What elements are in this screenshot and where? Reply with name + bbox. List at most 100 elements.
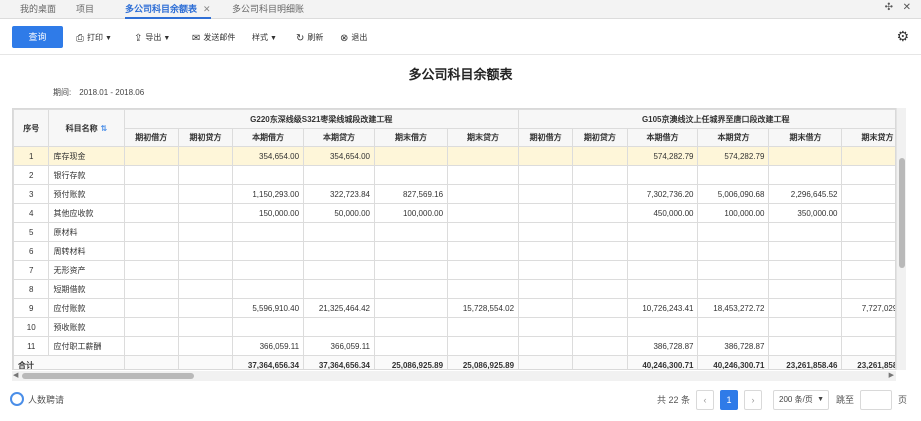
amount-cell	[841, 336, 895, 356]
pin-icon[interactable]: ✣	[885, 2, 893, 13]
amount-cell	[123, 203, 179, 223]
table-row[interactable]: 11 应付职工薪酬 366,059.11 366,059.11 386,728.87 38…	[13, 336, 895, 356]
close-icon[interactable]: ✕	[203, 4, 211, 14]
amount-cell	[447, 146, 520, 166]
table-row[interactable]: 5 原材料	[13, 222, 895, 242]
amount-cell	[768, 336, 843, 356]
table-row[interactable]: 6 周转材料	[13, 241, 895, 261]
refresh-label: 刷新	[307, 33, 324, 42]
amount-cell	[518, 298, 574, 318]
refresh-button[interactable]: ↻ 刷新	[296, 31, 323, 45]
amount-cell	[447, 165, 520, 185]
export-button[interactable]: ⇪ 导出 ▼	[134, 31, 170, 45]
scroll-thumb[interactable]	[899, 158, 905, 268]
total-cell: 25,086,925.89	[447, 355, 520, 369]
amount-cell	[626, 279, 699, 299]
table-row[interactable]: 10 预收账款	[13, 317, 895, 337]
watermark-text: 人数聘请	[28, 395, 65, 405]
amount-cell	[303, 317, 375, 337]
amount-cell: 1,150,293.00	[232, 184, 305, 204]
jump-page-input[interactable]	[860, 390, 892, 410]
scroll-right-icon[interactable]: ▶	[889, 371, 894, 381]
amount-cell: 322,723.84	[303, 184, 375, 204]
amount-cell	[697, 317, 770, 337]
amount-cell	[232, 279, 305, 299]
tab-multi-company-detail[interactable]: 多公司科目明细账	[232, 0, 304, 19]
amount-cell: 827,569.16	[373, 184, 449, 204]
table-row[interactable]: 7 无形资产	[13, 260, 895, 280]
balance-table: 序号 科目名称 ⇅ G220东深线级S321枣梁线城段改建工程 G105京澳线汶上…	[12, 108, 896, 370]
total-cell	[572, 355, 628, 369]
amount-cell	[177, 298, 234, 318]
amount-cell	[177, 222, 234, 242]
header-subject[interactable]: 科目名称 ⇅	[48, 109, 125, 147]
amount-cell	[373, 241, 449, 261]
header-index: 序号	[13, 109, 50, 147]
close-all-icon[interactable]: ✕	[903, 2, 911, 13]
tab-projects[interactable]: 项目	[76, 0, 94, 19]
amount-cell	[447, 203, 520, 223]
amount-cell	[841, 279, 895, 299]
period-value: 2018.01 - 2018.06	[79, 88, 145, 97]
amount-cell	[572, 203, 628, 223]
amount-cell	[447, 222, 520, 242]
amount-cell	[373, 260, 449, 280]
sort-icon[interactable]: ⇅	[101, 124, 108, 133]
logo-icon	[10, 392, 24, 406]
amount-cell	[518, 260, 574, 280]
amount-cell	[447, 279, 520, 299]
printer-icon: ⎙	[76, 33, 84, 44]
gear-icon[interactable]: ⚙	[896, 28, 909, 45]
prev-page-button[interactable]: ‹	[696, 390, 714, 410]
table-row[interactable]: 9 应付账款 5,596,910.40 21,325,464.42 15,728,554…	[13, 298, 895, 318]
amount-cell	[123, 184, 179, 204]
header-group: G220东深线级S321枣梁线城段改建工程	[123, 109, 520, 129]
scroll-thumb[interactable]	[22, 373, 194, 379]
exit-icon: ⊗	[340, 33, 349, 44]
tab-multi-company-balance[interactable]: 多公司科目余额表 ✕	[125, 0, 211, 19]
amount-cell	[626, 317, 699, 337]
amount-cell	[177, 317, 234, 337]
jump-label: 跳至	[836, 395, 855, 405]
send-email-button[interactable]: ✉ 发送邮件	[192, 31, 235, 45]
print-button[interactable]: ⎙ 打印 ▼	[76, 31, 112, 45]
amount-cell	[303, 260, 375, 280]
vertical-scrollbar[interactable]	[896, 108, 906, 370]
report-title: 多公司科目余额表	[408, 67, 513, 82]
amount-cell	[768, 146, 843, 166]
horizontal-scrollbar[interactable]: ◀ ▶	[12, 371, 896, 381]
amount-cell: 2,296,645.52	[768, 184, 843, 204]
exit-button[interactable]: ⊗ 退出	[340, 31, 367, 45]
header-subcolumn: 期末贷方	[447, 128, 520, 147]
scroll-left-icon[interactable]: ◀	[13, 371, 18, 381]
amount-cell	[697, 241, 770, 261]
amount-cell	[572, 241, 628, 261]
amount-cell	[177, 336, 234, 356]
total-cell: 37,364,656.34	[232, 355, 305, 369]
next-page-button[interactable]: ›	[744, 390, 762, 410]
amount-cell	[373, 317, 449, 337]
amount-cell	[447, 241, 520, 261]
page-size-select[interactable]: 200 条/页 ▼	[773, 390, 829, 410]
amount-cell	[626, 241, 699, 261]
row-index: 3	[13, 184, 50, 204]
table-row[interactable]: 8 短期借款	[13, 279, 895, 299]
total-cell: 40,246,300.71	[697, 355, 770, 369]
table-row[interactable]: 2 银行存款	[13, 165, 895, 185]
table-row[interactable]: 4 其他应收款 150,000.00 50,000.00 100,000.00 450,0…	[13, 203, 895, 223]
row-index: 7	[13, 260, 50, 280]
table-row[interactable]: 1 库存现金 354,654.00 354,654.00 574,282.79 574,2…	[13, 146, 895, 166]
row-index: 11	[13, 336, 50, 356]
amount-cell	[123, 279, 179, 299]
amount-cell	[768, 241, 843, 261]
amount-cell	[373, 336, 449, 356]
query-button[interactable]: 查询	[12, 26, 63, 48]
amount-cell: 10,726,243.41	[626, 298, 699, 318]
table-row[interactable]: 3 预付账款 1,150,293.00 322,723.84 827,569.16 7,3…	[13, 184, 895, 204]
header-subject-label: 科目名称	[65, 123, 98, 133]
amount-cell	[447, 184, 520, 204]
tab-desktop[interactable]: 我的桌面	[20, 0, 56, 19]
style-button[interactable]: 样式 ▼	[252, 31, 277, 45]
amount-cell: 21,325,464.42	[303, 298, 375, 318]
page-button[interactable]: 1	[720, 390, 738, 410]
